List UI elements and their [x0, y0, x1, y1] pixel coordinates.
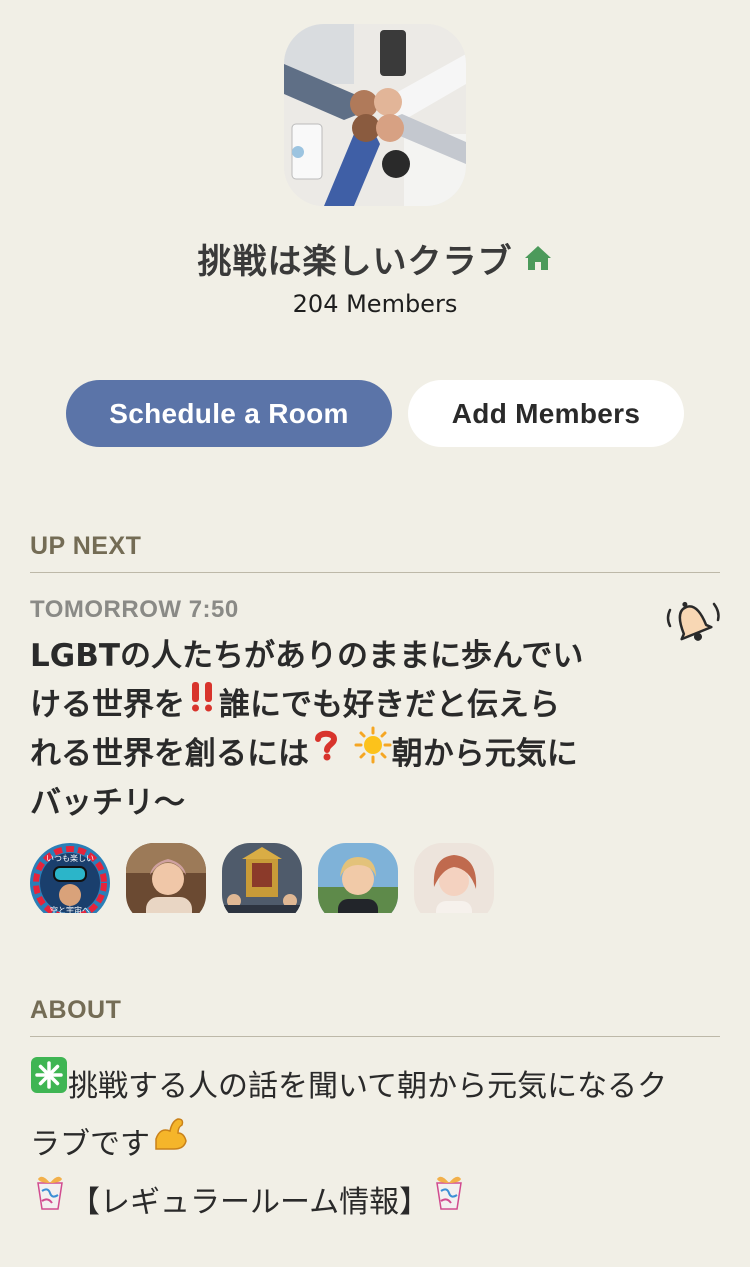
about-line: 挑戦する人の話を聞いて朝から元気になるク — [30, 1056, 720, 1116]
double-exclamation-icon — [185, 679, 219, 728]
event-title-line: LGBTの人たちがありのままに歩んでい — [30, 638, 584, 674]
schedule-room-button[interactable]: Schedule a Room — [66, 380, 392, 447]
club-title: 挑戦は楽しいクラブ — [0, 234, 750, 283]
question-mark-icon — [309, 728, 343, 777]
about-text: ラブです — [30, 1127, 150, 1162]
event-title-text: れる世界を創るには — [30, 736, 309, 772]
about-text: 【レギュラールーム情報】 — [70, 1185, 430, 1220]
speaker-avatar[interactable] — [222, 843, 302, 913]
speaker-avatar[interactable] — [414, 843, 494, 913]
about-description: 挑戦する人の話を聞いて朝から元気になるク ラブです 【レギュラールーム情報】 — [30, 1056, 720, 1232]
about-line: 【レギュラールーム情報】 — [30, 1174, 720, 1232]
speaker-avatar[interactable]: いつも楽しい 空と宇宙へ — [30, 843, 110, 913]
club-name: 挑戦は楽しいクラブ — [197, 242, 513, 282]
event-title-line: バッチリ〜 — [30, 785, 185, 821]
event-title-line: れる世界を創るには 朝から元気に — [30, 726, 680, 779]
sparkle-icon — [30, 1056, 68, 1114]
event-title-text: ける世界を — [30, 687, 185, 723]
speaker-avatar[interactable] — [126, 843, 206, 913]
club-image[interactable] — [284, 24, 466, 206]
speaker-avatars: いつも楽しい 空と宇宙へ — [30, 843, 510, 913]
about-line: ラブです — [30, 1116, 720, 1174]
sun-icon — [354, 726, 392, 779]
about-label: ABOUT — [30, 996, 122, 1024]
up-next-label: UP NEXT — [30, 532, 142, 560]
gift-icon — [30, 1171, 70, 1231]
event-title-line: ける世界を 誰にでも好きだと伝えら — [30, 681, 680, 730]
member-count[interactable]: 204 Members — [0, 290, 750, 318]
event-title[interactable]: LGBTの人たちがありのままに歩んでい ける世界を 誰にでも好きだと伝えら れる世… — [30, 632, 680, 828]
gift-icon — [429, 1171, 469, 1231]
event-title-text: 誰にでも好きだと伝えら — [219, 687, 560, 723]
event-title-text: 朝から元気に — [391, 736, 578, 772]
speaker-avatar[interactable] — [318, 843, 398, 913]
up-next-divider — [30, 572, 720, 573]
speaker-badge-text: 空と宇宙へ — [50, 905, 90, 913]
house-icon — [523, 241, 553, 281]
about-divider — [30, 1036, 720, 1037]
event-time: TOMORROW 7:50 — [30, 596, 239, 623]
add-members-button[interactable]: Add Members — [408, 380, 684, 447]
flexed-biceps-icon — [150, 1113, 190, 1173]
about-text: 挑戦する人の話を聞いて朝から元気になるク — [68, 1069, 668, 1104]
speaker-badge-text: いつも楽しい — [46, 853, 94, 863]
